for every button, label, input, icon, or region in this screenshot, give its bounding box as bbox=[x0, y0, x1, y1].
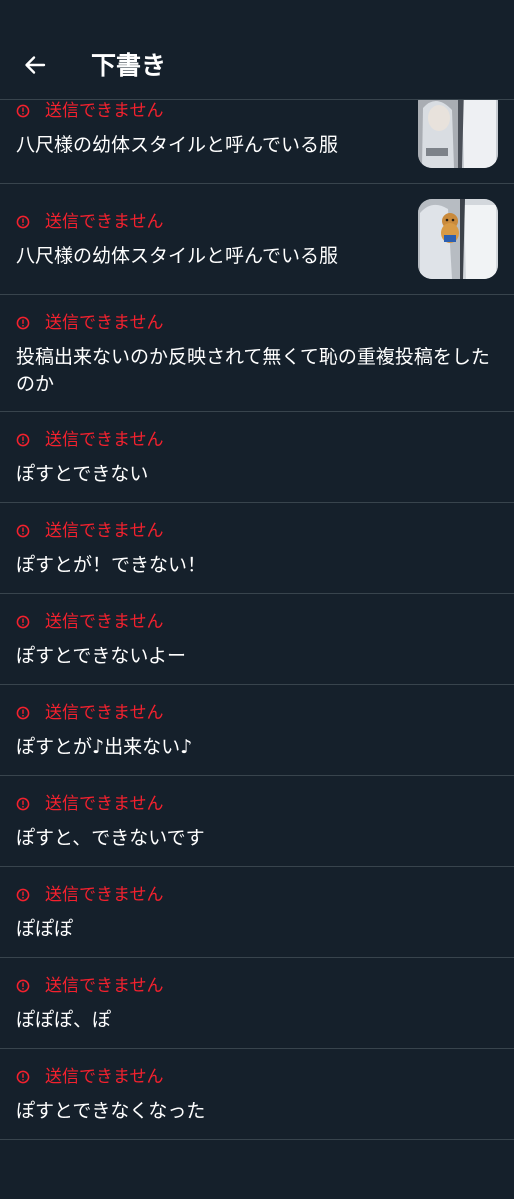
top-app-bar: 下書き bbox=[0, 0, 514, 100]
alert-circle-icon bbox=[16, 215, 30, 229]
draft-text: 投稿出来ないのか反映されて無くて恥の重複投稿をしたのか bbox=[16, 346, 490, 395]
draft-status: 送信できません bbox=[16, 312, 164, 334]
draft-item[interactable]: 送信できません 八尺様の幼体スタイルと呼んでいる服 bbox=[0, 184, 514, 295]
draft-status: 送信できません bbox=[16, 975, 164, 997]
draft-status-text: 送信できません bbox=[45, 430, 164, 450]
draft-text: ぽすと、できないです bbox=[16, 827, 205, 849]
draft-status: 送信できません bbox=[16, 884, 164, 906]
draft-item[interactable]: 送信できません ぽすとが！できない！ bbox=[0, 503, 514, 594]
draft-status-text: 送信できません bbox=[45, 101, 164, 121]
draft-text: ぽすとが♪出来ない♪ bbox=[16, 736, 193, 758]
alert-circle-icon bbox=[16, 316, 30, 330]
draft-item[interactable]: 送信できません ぽすと、できないです bbox=[0, 776, 514, 867]
drafts-screen: 送信できません 八尺様の幼体スタイルと呼んでいる服 送信できません 八尺様の幼体… bbox=[0, 0, 514, 1199]
drafts-list: 送信できません 八尺様の幼体スタイルと呼んでいる服 送信できません 八尺様の幼体… bbox=[0, 73, 514, 1140]
draft-item[interactable]: 送信できません ぽすとできない bbox=[0, 412, 514, 503]
draft-item[interactable]: 送信できません ぽぽぽ、ぽ bbox=[0, 958, 514, 1049]
alert-circle-icon bbox=[16, 979, 30, 993]
draft-text: ぽすとが！できない！ bbox=[16, 554, 207, 576]
alert-circle-icon bbox=[16, 104, 30, 118]
draft-status-text: 送信できません bbox=[45, 212, 164, 232]
back-button[interactable] bbox=[18, 48, 52, 82]
draft-item[interactable]: 送信できません 投稿出来ないのか反映されて無くて恥の重複投稿をしたのか bbox=[0, 295, 514, 412]
draft-status-text: 送信できません bbox=[45, 313, 164, 333]
draft-text: ぽぽぽ bbox=[16, 918, 74, 940]
alert-circle-icon bbox=[16, 797, 30, 811]
alert-circle-icon bbox=[16, 524, 30, 538]
draft-status-text: 送信できません bbox=[45, 612, 164, 632]
arrow-left-icon bbox=[25, 56, 46, 74]
draft-text: ぽすとできなくなった bbox=[16, 1100, 206, 1122]
alert-circle-icon bbox=[16, 615, 30, 629]
draft-status: 送信できません bbox=[16, 100, 164, 122]
draft-status: 送信できません bbox=[16, 520, 164, 542]
draft-status-text: 送信できません bbox=[45, 976, 164, 996]
draft-status-text: 送信できません bbox=[45, 1067, 164, 1087]
draft-text: ぽぽぽ、ぽ bbox=[16, 1009, 112, 1031]
alert-circle-icon bbox=[16, 706, 30, 720]
page-title: 下書き bbox=[91, 51, 167, 80]
draft-item[interactable]: 送信できません ぽすとが♪出来ない♪ bbox=[0, 685, 514, 776]
draft-status: 送信できません bbox=[16, 702, 164, 724]
draft-status: 送信できません bbox=[16, 793, 164, 815]
draft-status: 送信できません bbox=[16, 1066, 164, 1088]
draft-text: ぽすとできない bbox=[16, 463, 149, 485]
draft-status: 送信できません bbox=[16, 429, 164, 451]
draft-text: 八尺様の幼体スタイルと呼んでいる服 bbox=[16, 245, 339, 267]
draft-text: 八尺様の幼体スタイルと呼んでいる服 bbox=[16, 134, 339, 156]
alert-circle-icon bbox=[16, 1070, 30, 1084]
draft-status-text: 送信できません bbox=[45, 794, 164, 814]
draft-status: 送信できません bbox=[16, 211, 164, 233]
draft-status: 送信できません bbox=[16, 611, 164, 633]
draft-item[interactable]: 送信できません ぽぽぽ bbox=[0, 867, 514, 958]
draft-status-text: 送信できません bbox=[45, 885, 164, 905]
draft-image-thumbnail bbox=[418, 199, 498, 279]
alert-circle-icon bbox=[16, 888, 30, 902]
draft-status-text: 送信できません bbox=[45, 703, 164, 723]
alert-circle-icon bbox=[16, 433, 30, 447]
draft-item[interactable]: 送信できません ぽすとできないよー bbox=[0, 594, 514, 685]
draft-text: ぽすとできないよー bbox=[16, 645, 187, 667]
draft-image-thumbnail bbox=[418, 88, 498, 168]
draft-status-text: 送信できません bbox=[45, 521, 164, 541]
draft-item[interactable]: 送信できません ぽすとできなくなった bbox=[0, 1049, 514, 1140]
